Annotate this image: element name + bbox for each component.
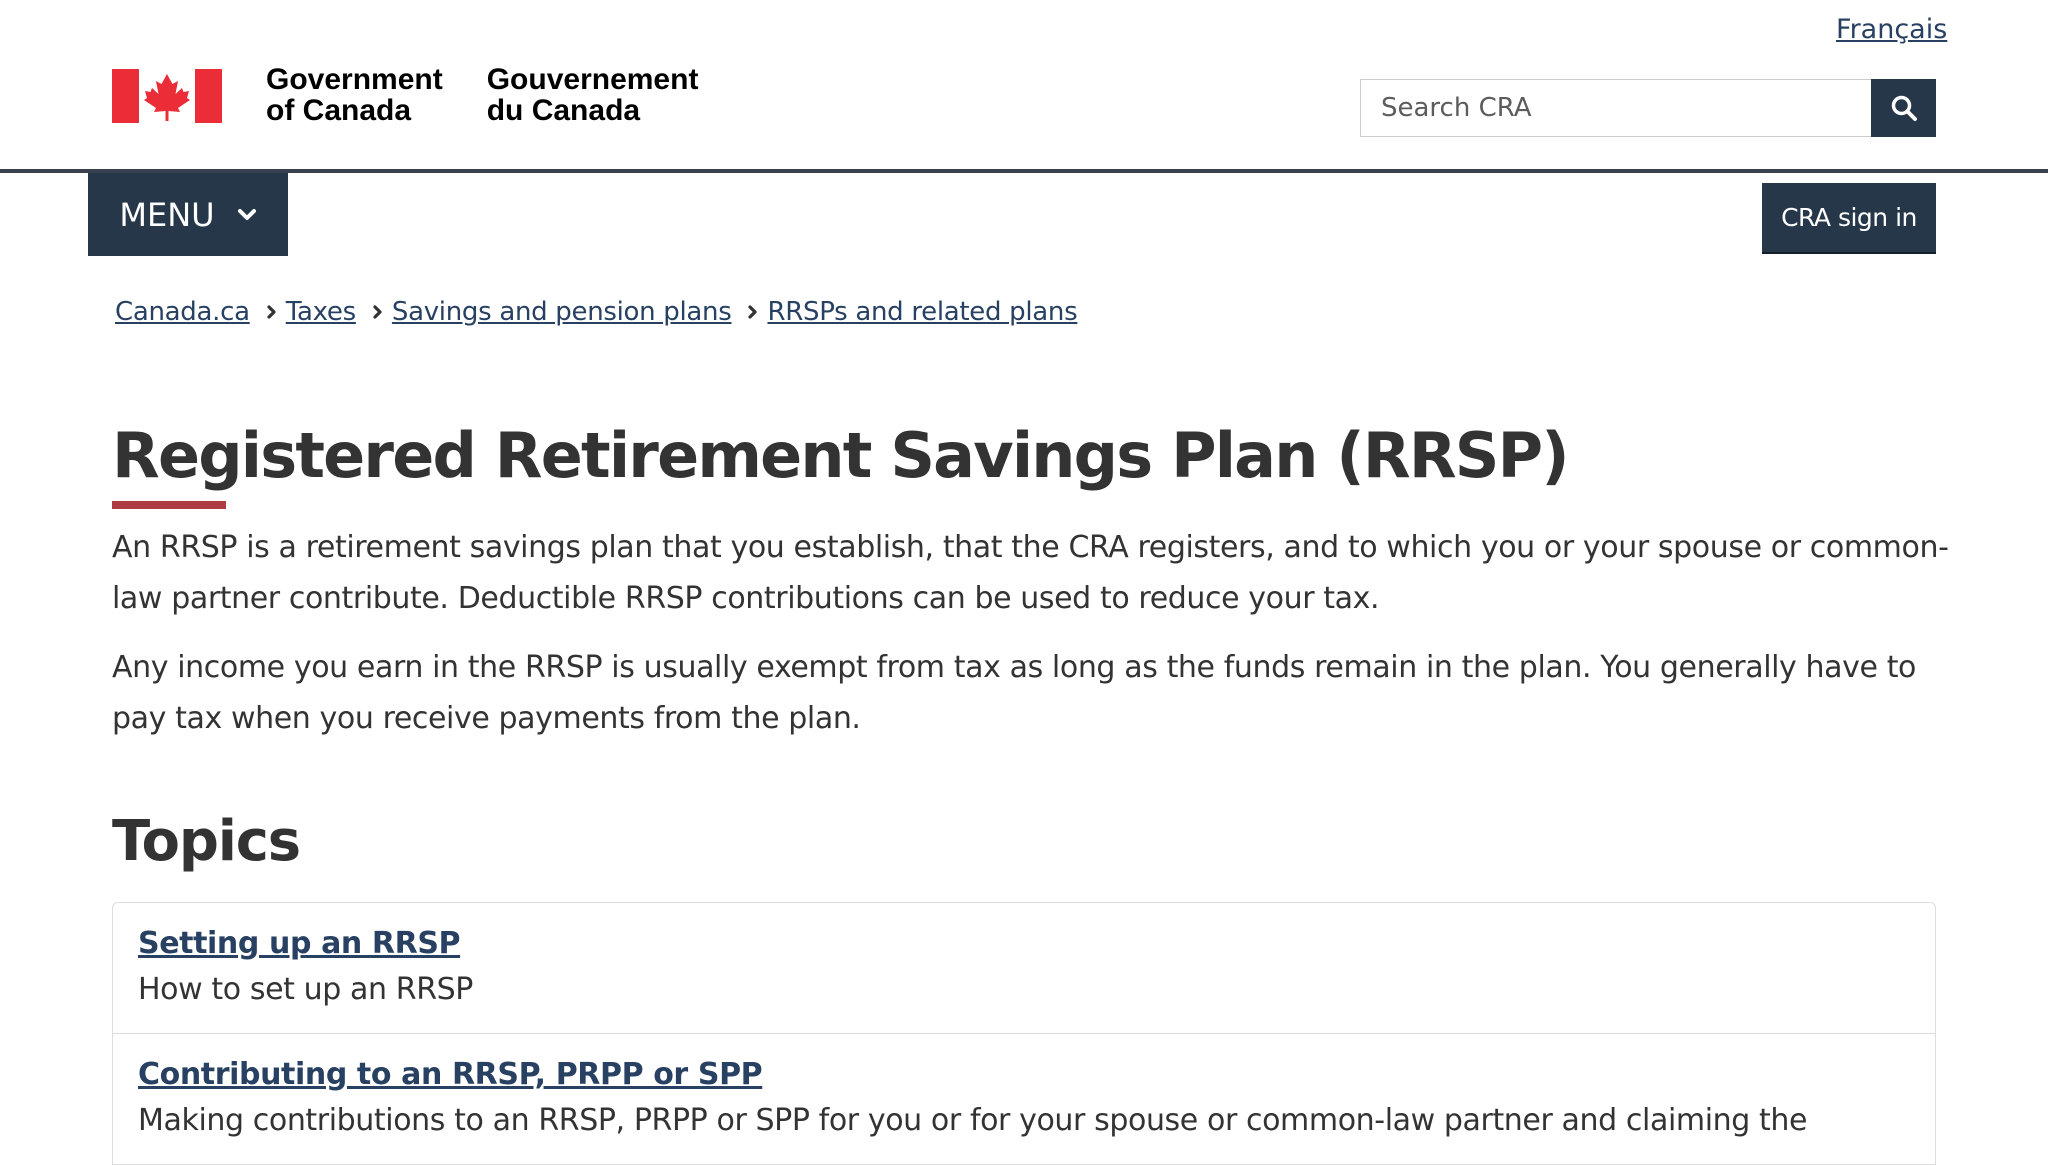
- menu-label: MENU: [119, 195, 215, 234]
- intro-paragraph: Any income you earn in the RRSP is usual…: [112, 650, 1917, 736]
- chevron-right-icon: [372, 304, 384, 320]
- chevron-right-icon: [747, 304, 759, 320]
- topic-description: Making contributions to an RRSP, PRPP or…: [138, 1103, 1808, 1138]
- search-form: [1360, 79, 1936, 137]
- topics-list: Setting up an RRSP How to set up an RRSP…: [112, 902, 1936, 1165]
- government-of-canada-signature[interactable]: Government of Canada Gouvernement du Can…: [112, 64, 742, 138]
- page-title: Registered Retirement Savings Plan (RRSP…: [112, 419, 1570, 492]
- cra-sign-in-button[interactable]: CRA sign in: [1762, 183, 1936, 254]
- chevron-down-icon: [237, 208, 256, 220]
- government-name-french: Gouvernement du Canada: [486, 63, 699, 127]
- breadcrumb: Canada.ca Taxes Savings and pension plan…: [115, 292, 1078, 332]
- government-name-english: Government of Canada: [266, 63, 443, 127]
- topics-heading: Topics: [112, 809, 301, 874]
- search-icon: [1891, 95, 1917, 121]
- breadcrumb-link-canada-ca[interactable]: Canada.ca: [115, 297, 250, 327]
- topic-link-contributing-rrsp-prpp-spp[interactable]: Contributing to an RRSP, PRPP or SPP: [138, 1054, 1910, 1096]
- canada-flag-icon: [112, 69, 222, 123]
- search-button[interactable]: [1871, 79, 1936, 137]
- breadcrumb-link-rrsps-related-plans[interactable]: RRSPs and related plans: [767, 297, 1077, 327]
- title-underline: [112, 501, 226, 509]
- language-toggle-link[interactable]: Français: [1836, 14, 1947, 45]
- topic-item: Contributing to an RRSP, PRPP or SPP Mak…: [113, 1034, 1935, 1165]
- header-divider: [0, 169, 2048, 173]
- chevron-right-icon: [266, 304, 278, 320]
- search-input[interactable]: [1360, 79, 1871, 137]
- topic-description: How to set up an RRSP: [138, 972, 473, 1007]
- topic-link-setting-up-rrsp[interactable]: Setting up an RRSP: [138, 923, 1910, 965]
- breadcrumb-link-taxes[interactable]: Taxes: [286, 297, 356, 327]
- breadcrumb-link-savings-pension-plans[interactable]: Savings and pension plans: [392, 297, 732, 327]
- menu-button[interactable]: MENU: [88, 173, 288, 256]
- intro-paragraph: An RRSP is a retirement savings plan tha…: [112, 530, 1949, 616]
- topic-item: Setting up an RRSP How to set up an RRSP: [113, 903, 1935, 1034]
